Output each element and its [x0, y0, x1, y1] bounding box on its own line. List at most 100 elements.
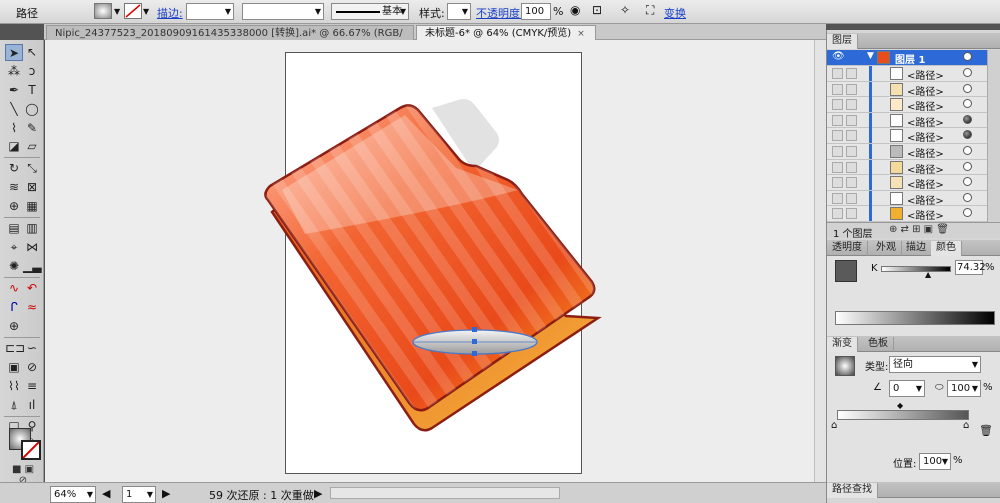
- lock-toggle[interactable]: [846, 114, 857, 126]
- tab-pathfinder[interactable]: 路径查找: [827, 483, 878, 498]
- visibility-toggle[interactable]: [832, 146, 843, 157]
- lasso-icon[interactable]: ↄ: [23, 63, 41, 80]
- slider-handle-icon[interactable]: ▲: [925, 270, 931, 279]
- type-tool-icon[interactable]: T: [23, 82, 41, 99]
- center-point[interactable]: [472, 339, 477, 344]
- scale-tool-icon[interactable]: ⤡: [23, 160, 41, 177]
- stroke-link[interactable]: 描边:: [157, 5, 183, 21]
- artboard-tool-icon[interactable]: ▣: [5, 359, 23, 376]
- path-target[interactable]: [963, 99, 972, 109]
- tab-swatches[interactable]: 色板: [863, 337, 894, 352]
- mesh-tool-icon[interactable]: ⊏⊐: [5, 340, 25, 357]
- path-target[interactable]: [963, 146, 972, 155]
- path-target[interactable]: [963, 177, 972, 187]
- lock-toggle[interactable]: [846, 177, 857, 189]
- opacity-link[interactable]: 不透明度:: [476, 5, 524, 21]
- anchor-icon[interactable]: ↶: [23, 280, 41, 297]
- variable-width-dropdown[interactable]: ▼: [242, 3, 324, 20]
- spray-icon[interactable]: ⍋: [5, 397, 23, 414]
- pencil-icon[interactable]: ✎: [23, 120, 41, 137]
- visibility-toggle[interactable]: [832, 114, 843, 126]
- envelope-icon[interactable]: ∽: [23, 340, 41, 357]
- lock-toggle[interactable]: [846, 68, 857, 79]
- shape-builder-icon[interactable]: ⊕: [5, 198, 23, 215]
- anchor-point[interactable]: [472, 351, 477, 356]
- blob-brush-icon[interactable]: ◪: [5, 138, 23, 155]
- bar-list-icon[interactable]: ≡: [23, 378, 41, 395]
- trash-icon[interactable]: 🗑︎: [979, 424, 993, 437]
- layer-target[interactable]: [963, 52, 972, 61]
- selection-tool-icon[interactable]: ➤: [5, 44, 23, 61]
- layer-row[interactable]: <路径>: [827, 81, 987, 98]
- aspect-field[interactable]: 100 ▼: [947, 380, 981, 397]
- tab-color[interactable]: 颜色: [931, 241, 962, 256]
- tab-document-2[interactable]: 未标题-6* @ 64% (CMYK/预览) ×: [416, 25, 596, 40]
- layer-row[interactable]: <路径>: [827, 159, 987, 176]
- column-graph-icon[interactable]: ⌇⌇: [5, 378, 23, 395]
- isolate-icon[interactable]: ✧: [620, 3, 630, 17]
- artboard-number-field[interactable]: 1 ▼: [122, 486, 156, 503]
- layer-row[interactable]: <路径>: [827, 97, 987, 113]
- magic-wand-icon[interactable]: ⁂: [5, 63, 23, 80]
- next-artboard-icon[interactable]: ▶: [162, 487, 170, 500]
- symbol-sprayer-icon[interactable]: ✺: [5, 258, 23, 275]
- gradient-stop-black[interactable]: ⌂: [963, 420, 969, 431]
- paintbrush-icon[interactable]: ⌇: [5, 120, 23, 137]
- current-color-swatch[interactable]: [835, 260, 857, 282]
- path-target[interactable]: [963, 208, 972, 218]
- path-target[interactable]: [963, 68, 972, 77]
- close-icon[interactable]: ×: [577, 29, 585, 39]
- gradient-preview[interactable]: [835, 356, 855, 376]
- perspective-grid-icon[interactable]: ▤: [5, 220, 23, 237]
- direct-selection-tool-icon[interactable]: ↖: [23, 44, 41, 61]
- layer-row[interactable]: <路径>: [827, 144, 987, 160]
- slice-tool-icon[interactable]: ⊘: [23, 359, 41, 376]
- path-target[interactable]: [963, 130, 972, 140]
- stroke-profile-dropdown[interactable]: 基本 ▼: [331, 3, 409, 20]
- gradient-type-dropdown[interactable]: 径向 ▼: [889, 356, 981, 373]
- style-dropdown[interactable]: ▼: [447, 3, 471, 20]
- fill-swatch[interactable]: [94, 3, 112, 19]
- midpoint-icon[interactable]: ◆: [897, 401, 903, 410]
- horizontal-scrollbar[interactable]: [330, 487, 560, 499]
- vertical-scrollbar[interactable]: [814, 40, 826, 482]
- graph-tool-icon[interactable]: ▁▃: [23, 258, 41, 275]
- visibility-toggle[interactable]: [832, 208, 843, 220]
- layer-row[interactable]: 👁︎ ▼ 图层 1: [827, 50, 987, 66]
- tab-document-1[interactable]: Nipic_24377523_20180909161435338000 [转换]…: [46, 25, 414, 52]
- warp-tool-icon[interactable]: ≋: [5, 179, 23, 196]
- location-field[interactable]: 100 ▼: [919, 453, 951, 470]
- stroke-swatch[interactable]: [124, 3, 142, 19]
- path-target[interactable]: [963, 83, 972, 93]
- tab-transparency[interactable]: 透明度: [827, 241, 868, 256]
- lock-toggle[interactable]: [846, 130, 857, 142]
- recolor-icon[interactable]: ◉: [570, 3, 580, 17]
- visibility-toggle[interactable]: [832, 83, 843, 95]
- tab-gradient[interactable]: 渐变: [827, 337, 858, 352]
- prev-artboard-icon[interactable]: ◀: [102, 487, 110, 500]
- layer-row[interactable]: <路径>: [827, 206, 987, 222]
- curvature-icon[interactable]: ∿: [5, 280, 23, 297]
- column-icon[interactable]: ıl: [23, 397, 41, 414]
- chevron-down-icon[interactable]: ▼: [143, 7, 149, 16]
- transform-link[interactable]: 变换: [664, 5, 686, 21]
- status-menu-icon[interactable]: ▶: [314, 487, 322, 500]
- visibility-toggle[interactable]: [832, 68, 843, 79]
- lock-toggle[interactable]: [846, 208, 857, 220]
- visibility-toggle[interactable]: [832, 161, 843, 173]
- live-paint-icon[interactable]: ▦: [23, 198, 41, 215]
- eye-icon[interactable]: 👁︎: [832, 51, 845, 62]
- tab-layers[interactable]: 图层: [827, 34, 858, 49]
- layer-row[interactable]: <路径>: [827, 190, 987, 207]
- path-target[interactable]: [963, 114, 972, 124]
- path-target[interactable]: [963, 192, 972, 202]
- stroke-weight-field[interactable]: ▼: [186, 3, 234, 20]
- expand-icon[interactable]: ▼: [867, 51, 874, 61]
- align-icon[interactable]: ⊡: [592, 3, 602, 17]
- visibility-toggle[interactable]: [832, 177, 843, 189]
- tab-stroke[interactable]: 描边: [901, 241, 932, 256]
- transform-icon[interactable]: ⛶: [646, 3, 654, 18]
- visibility-toggle[interactable]: [832, 192, 843, 204]
- layer-actions-icons[interactable]: ⊕ ⇄ ⊞ ▣ 🗑︎: [889, 224, 949, 235]
- lock-toggle[interactable]: [846, 99, 857, 111]
